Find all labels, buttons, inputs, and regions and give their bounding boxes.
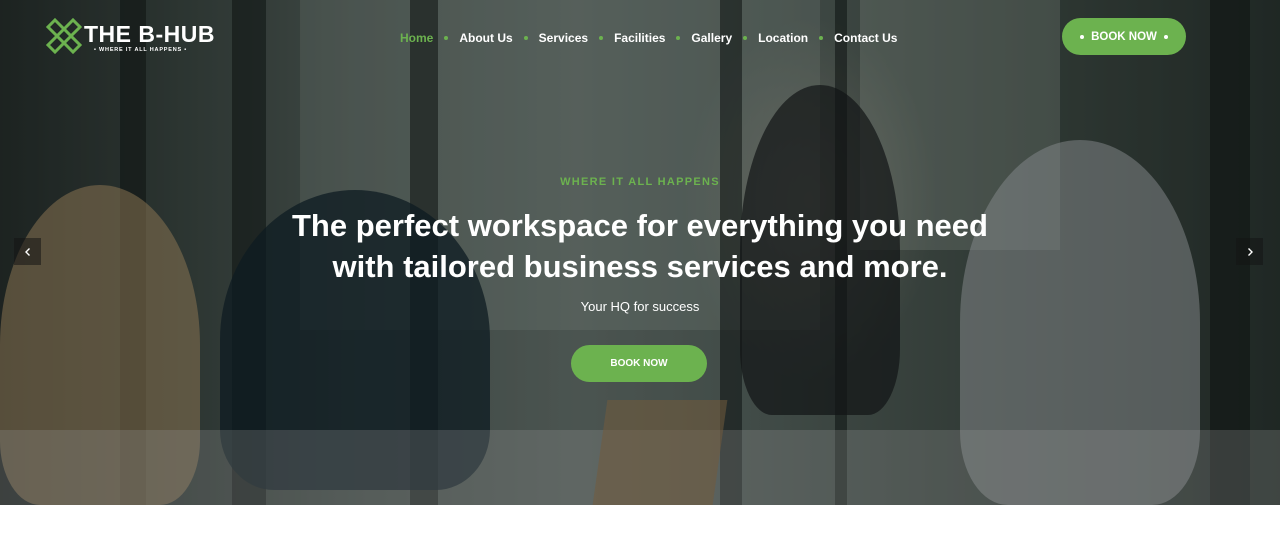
nav-separator-dot [599,36,604,40]
slider-next-button[interactable] [1236,238,1263,265]
nav-separator-dot [523,36,528,40]
header-book-now-button[interactable]: BOOK NOW [1062,18,1186,55]
hero-headline-line-1: The perfect workspace for everything you… [292,208,988,243]
hero-headline: The perfect workspace for everything you… [190,205,1090,287]
brand-logo[interactable]: THE B-HUB • WHERE IT ALL HAPPENS • [46,18,215,58]
main-nav: Home About Us Services Facilities Galler… [400,30,897,46]
nav-item-about-us[interactable]: About Us [459,31,512,45]
nav-separator-dot [444,36,449,40]
nav-item-gallery[interactable]: Gallery [691,31,732,45]
hero-eyebrow: WHERE IT ALL HAPPENS [560,176,720,188]
site-header: THE B-HUB • WHERE IT ALL HAPPENS • Home … [0,0,1280,74]
nav-separator-dot [819,36,824,40]
brand-tagline: • WHERE IT ALL HAPPENS • [94,47,188,53]
chevron-left-icon [24,247,30,256]
nav-separator-dot [743,36,748,40]
nav-item-home[interactable]: Home [400,31,433,45]
hero-subline: Your HQ for success [580,299,700,314]
nav-item-facilities[interactable]: Facilities [614,31,665,45]
hero-headline-line-2: with tailored business services and more… [332,249,948,284]
header-book-now-label: BOOK NOW [1091,30,1157,43]
hero-slider: THE B-HUB • WHERE IT ALL HAPPENS • Home … [0,0,1280,505]
nav-item-location[interactable]: Location [758,31,808,45]
nav-separator-dot [676,36,681,40]
slider-prev-button[interactable] [14,238,41,265]
nav-item-services[interactable]: Services [539,31,588,45]
chevron-right-icon [1247,247,1253,256]
b-hub-logo-icon [46,18,82,54]
button-dot [1080,34,1085,39]
nav-item-contact-us[interactable]: Contact Us [834,31,897,45]
button-dot [1163,34,1168,39]
hero-book-now-button[interactable]: BOOK NOW [571,345,707,382]
brand-name: THE B-HUB [84,21,215,47]
